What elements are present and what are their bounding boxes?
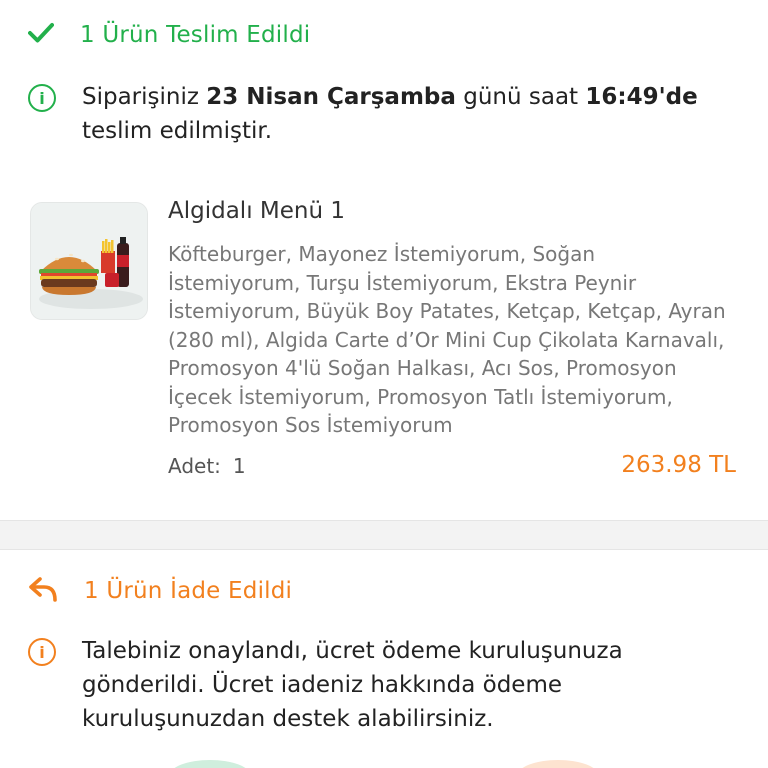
check-icon xyxy=(28,22,54,48)
refund-info: i Talebiniz onaylandı, ücret ödeme kurul… xyxy=(28,638,728,736)
delivery-middle: günü saat xyxy=(455,84,586,110)
product-name: Algidalı Menü 1 xyxy=(168,198,345,224)
product-quantity: Adet: 1 xyxy=(168,454,246,478)
bottom-button-right[interactable] xyxy=(518,760,598,768)
delivery-info: i Siparişiniz 23 Nisan Çarşamba günü saa… xyxy=(28,84,728,148)
delivered-title: 1 Ürün Teslim Edildi xyxy=(80,22,311,48)
quantity-label: Adet: xyxy=(168,454,221,478)
product-description: Köfteburger, Mayonez İstemiyorum, Soğan … xyxy=(168,242,726,437)
returned-title: 1 Ürün İade Edildi xyxy=(84,578,293,604)
refund-info-text: Talebiniz onaylandı, ücret ödeme kuruluş… xyxy=(82,638,623,732)
bottom-button-left[interactable] xyxy=(170,760,250,768)
delivered-header: 1 Ürün Teslim Edildi xyxy=(28,22,310,48)
delivery-prefix: Siparişiniz xyxy=(82,84,207,110)
return-arrow-icon xyxy=(28,576,58,606)
delivery-info-text: Siparişiniz 23 Nisan Çarşamba günü saat … xyxy=(82,80,698,148)
delivery-suffix: teslim edilmiştir. xyxy=(82,118,273,144)
delivery-date: 23 Nisan Çarşamba xyxy=(206,84,456,110)
info-icon: i xyxy=(28,638,56,666)
quantity-value: 1 xyxy=(232,454,246,478)
product-price: 263.98 TL xyxy=(621,452,736,478)
product-image xyxy=(30,202,148,320)
info-icon: i xyxy=(28,84,56,112)
delivery-time: 16:49'de xyxy=(585,84,698,110)
returned-header: 1 Ürün İade Edildi xyxy=(28,576,292,606)
section-divider xyxy=(0,520,768,550)
